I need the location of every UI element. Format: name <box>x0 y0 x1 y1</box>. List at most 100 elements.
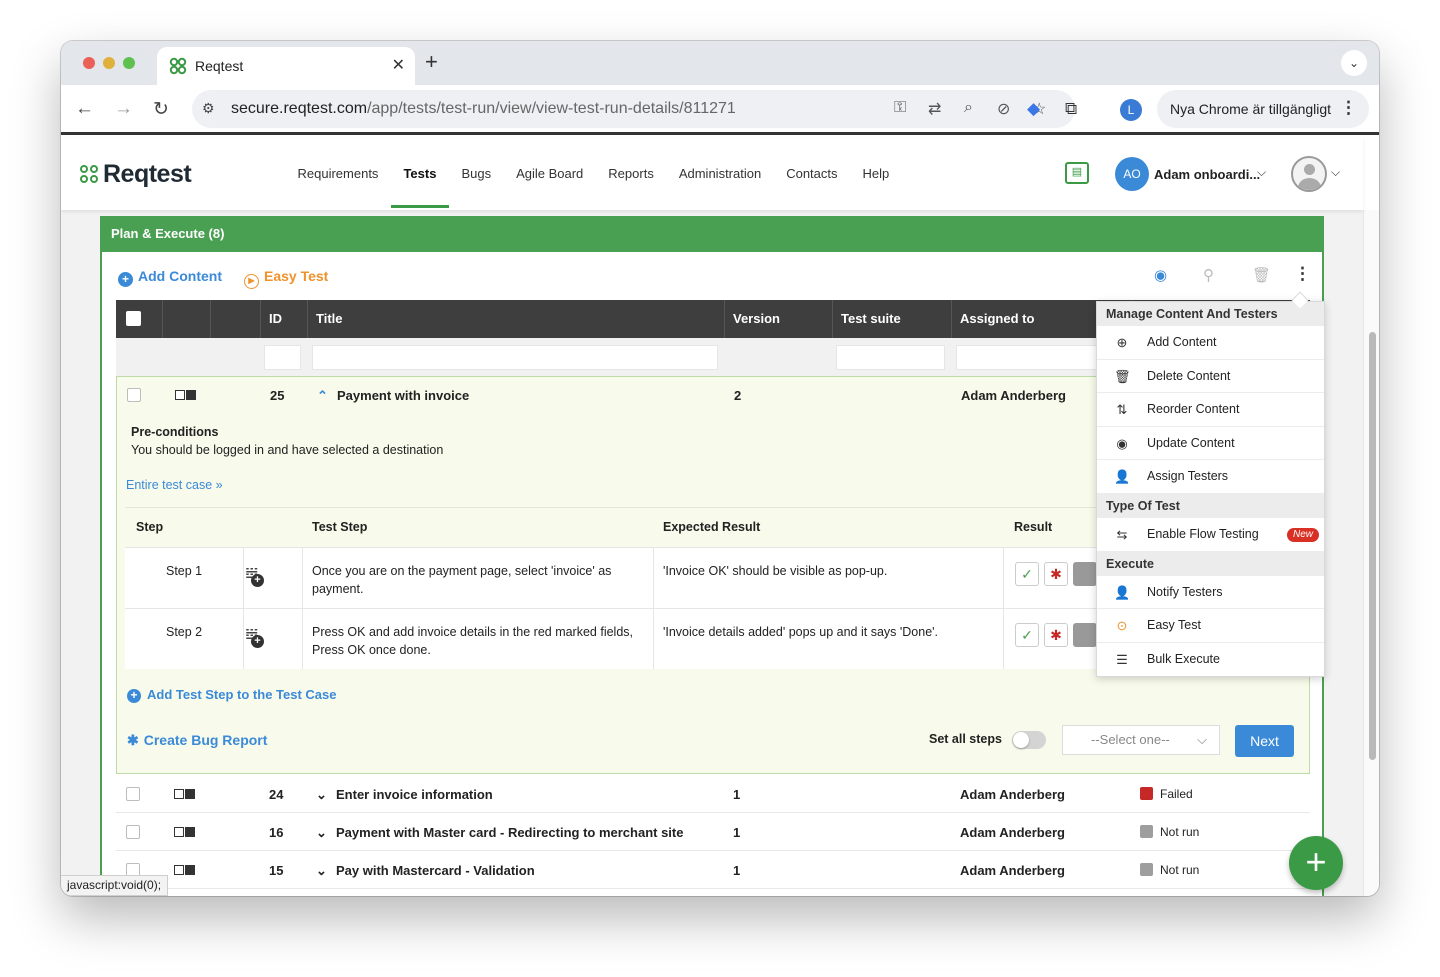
fail-bug-icon[interactable]: ✱ <box>1044 623 1068 647</box>
user-name[interactable]: Adam onboardi... <box>1154 167 1260 182</box>
extensions-puzzle-icon[interactable]: ⧉ <box>1065 99 1077 119</box>
chevron-down-icon[interactable]: ⌄ <box>316 787 327 803</box>
nav-reports[interactable]: Reports <box>596 138 667 210</box>
table-row[interactable]: 16 ⌄ Payment with Master card - Redirect… <box>116 813 1310 851</box>
result-select[interactable]: --Select one-- ⌵ <box>1062 725 1220 755</box>
add-content-button[interactable]: + Add Content <box>118 268 222 287</box>
test-case-title[interactable]: Payment with Master card - Redirecting t… <box>336 825 683 840</box>
easy-test-button[interactable]: ▶ Easy Test <box>244 268 328 289</box>
fail-bug-icon[interactable]: ✱ <box>1044 562 1068 586</box>
menu-section-execute: Execute <box>1097 551 1324 576</box>
pass-check-icon[interactable]: ✓ <box>1015 623 1039 647</box>
translate-icon[interactable]: ⇄ <box>928 99 941 119</box>
plus-circle-icon: + <box>127 689 141 703</box>
eye-off-icon[interactable]: ⊘ <box>997 99 1010 119</box>
set-all-steps-toggle[interactable] <box>1012 731 1046 749</box>
suite-filter-input[interactable] <box>836 345 945 370</box>
menu-item-add-content[interactable]: ⊕ Add Content <box>1097 326 1324 360</box>
browser-tab[interactable]: Reqtest ✕ <box>157 47 415 85</box>
back-icon[interactable]: ← <box>75 98 94 120</box>
row-checkbox[interactable] <box>126 787 140 801</box>
nav-tests[interactable]: Tests <box>390 138 449 210</box>
reload-icon[interactable]: ↻ <box>153 98 169 121</box>
address-bar[interactable]: ⚙ secure.reqtest.com/app/tests/test-run/… <box>192 90 1075 128</box>
nav-bugs[interactable]: Bugs <box>449 138 504 210</box>
nav-requirements[interactable]: Requirements <box>285 138 391 210</box>
nav-agile-board[interactable]: Agile Board <box>504 138 596 210</box>
tab-search-chevron-icon[interactable]: ⌄ <box>1341 50 1367 76</box>
menu-item-bulk-execute[interactable]: ☰ Bulk Execute <box>1097 643 1324 677</box>
page-scrollbar[interactable] <box>1363 210 1379 896</box>
menu-item-reorder-content[interactable]: ⇅ Reorder Content <box>1097 393 1324 427</box>
filter-clear-icon[interactable]: ⚲ <box>1203 266 1214 284</box>
profile-avatar[interactable]: L <box>1120 99 1142 121</box>
id-filter-input[interactable] <box>264 345 301 370</box>
test-case-title[interactable]: Enter invoice information <box>336 787 493 802</box>
table-row[interactable]: 24 ⌄ Enter invoice information 1 Adam An… <box>116 775 1310 813</box>
col-id[interactable]: ID <box>261 300 308 338</box>
chrome-update-button[interactable]: Nya Chrome är tillgängligt ⋮ <box>1157 90 1369 128</box>
create-bug-report-button[interactable]: ✱ Create Bug Report <box>127 732 267 749</box>
new-tab-icon[interactable]: + <box>425 49 438 75</box>
attach-file-icon[interactable]: 𝍂 + <box>245 625 264 648</box>
menu-item-notify-testers[interactable]: 👤 Notify Testers <box>1097 576 1324 610</box>
attach-file-icon[interactable]: 𝍂 + <box>245 564 264 587</box>
toggle-view-icon[interactable] <box>174 789 196 799</box>
select-all-checkbox[interactable] <box>126 311 141 326</box>
account-chevron-down-icon[interactable]: ⌵ <box>1331 165 1340 180</box>
preconditions-label: Pre-conditions <box>131 425 219 439</box>
minimize-window-button[interactable] <box>103 57 115 69</box>
next-button[interactable]: Next <box>1235 725 1294 757</box>
zoom-icon[interactable]: ⌕ <box>964 99 973 117</box>
title-filter-input[interactable] <box>312 345 718 370</box>
menu-item-delete-content[interactable]: 🗑 Delete Content <box>1097 360 1324 394</box>
close-window-button[interactable] <box>83 57 95 69</box>
add-fab-button[interactable]: + <box>1289 836 1343 890</box>
key-icon[interactable]: ⚿ <box>894 99 906 117</box>
scrollbar-thumb[interactable] <box>1369 332 1376 760</box>
close-tab-icon[interactable]: ✕ <box>392 55 405 75</box>
site-settings-icon[interactable]: ⚙ <box>202 100 215 117</box>
flow-icon: ⇆ <box>1116 526 1128 542</box>
menu-item-enable-flow-testing[interactable]: ⇆ Enable Flow Testing New <box>1097 518 1324 552</box>
nav-contacts[interactable]: Contacts <box>774 138 850 210</box>
manage-content-menu: Manage Content And Testers ⊕ Add Content … <box>1096 301 1325 678</box>
menu-section-manage: Manage Content And Testers <box>1097 302 1324 326</box>
chevron-down-icon[interactable]: ⌵ <box>1257 165 1266 180</box>
table-row[interactable]: 15 ⌄ Pay with Mastercard - Validation 1 … <box>116 851 1310 889</box>
chrome-menu-icon[interactable]: ⋮ <box>1340 98 1357 118</box>
toggle-view-icon[interactable] <box>175 390 197 400</box>
test-case-title[interactable]: Payment with invoice <box>337 388 469 403</box>
toggle-view-icon[interactable] <box>174 827 196 837</box>
not-run-button[interactable] <box>1073 562 1097 586</box>
target-icon[interactable]: ◉ <box>1154 266 1167 284</box>
account-avatar[interactable] <box>1291 156 1327 192</box>
guide-book-icon[interactable]: ▤ <box>1065 162 1089 184</box>
nav-administration[interactable]: Administration <box>666 138 773 210</box>
chevron-up-icon[interactable]: ⌃ <box>317 388 328 404</box>
row-checkbox[interactable] <box>126 825 140 839</box>
col-test-suite[interactable]: Test suite <box>833 300 952 338</box>
col-title[interactable]: Title <box>308 300 725 338</box>
forward-icon[interactable]: → <box>114 98 133 120</box>
nav-help[interactable]: Help <box>850 138 902 210</box>
extension-diamond-icon[interactable]: ◆ <box>1027 99 1040 119</box>
reqtest-logo[interactable]: Reqtest <box>80 160 192 189</box>
chevron-down-icon[interactable]: ⌄ <box>316 863 327 879</box>
not-run-button[interactable] <box>1073 623 1097 647</box>
add-test-step-button[interactable]: + Add Test Step to the Test Case <box>127 687 337 703</box>
row-checkbox[interactable] <box>127 388 141 402</box>
menu-item-update-content[interactable]: ◉ Update Content <box>1097 427 1324 461</box>
zoom-window-button[interactable] <box>123 57 135 69</box>
user-avatar[interactable]: AO <box>1115 157 1149 191</box>
trash-icon[interactable]: 🗑 <box>1252 266 1271 284</box>
entire-test-case-link[interactable]: Entire test case » <box>126 478 223 492</box>
chevron-down-icon[interactable]: ⌄ <box>316 825 327 841</box>
menu-item-assign-testers[interactable]: 👤 Assign Testers <box>1097 460 1324 494</box>
menu-item-easy-test[interactable]: ⊙ Easy Test <box>1097 609 1324 643</box>
test-case-title[interactable]: Pay with Mastercard - Validation <box>336 863 535 878</box>
pass-check-icon[interactable]: ✓ <box>1015 562 1039 586</box>
col-version[interactable]: Version <box>725 300 833 338</box>
kebab-menu-icon[interactable]: ⋮ <box>1294 264 1311 284</box>
toggle-view-icon[interactable] <box>174 865 196 875</box>
